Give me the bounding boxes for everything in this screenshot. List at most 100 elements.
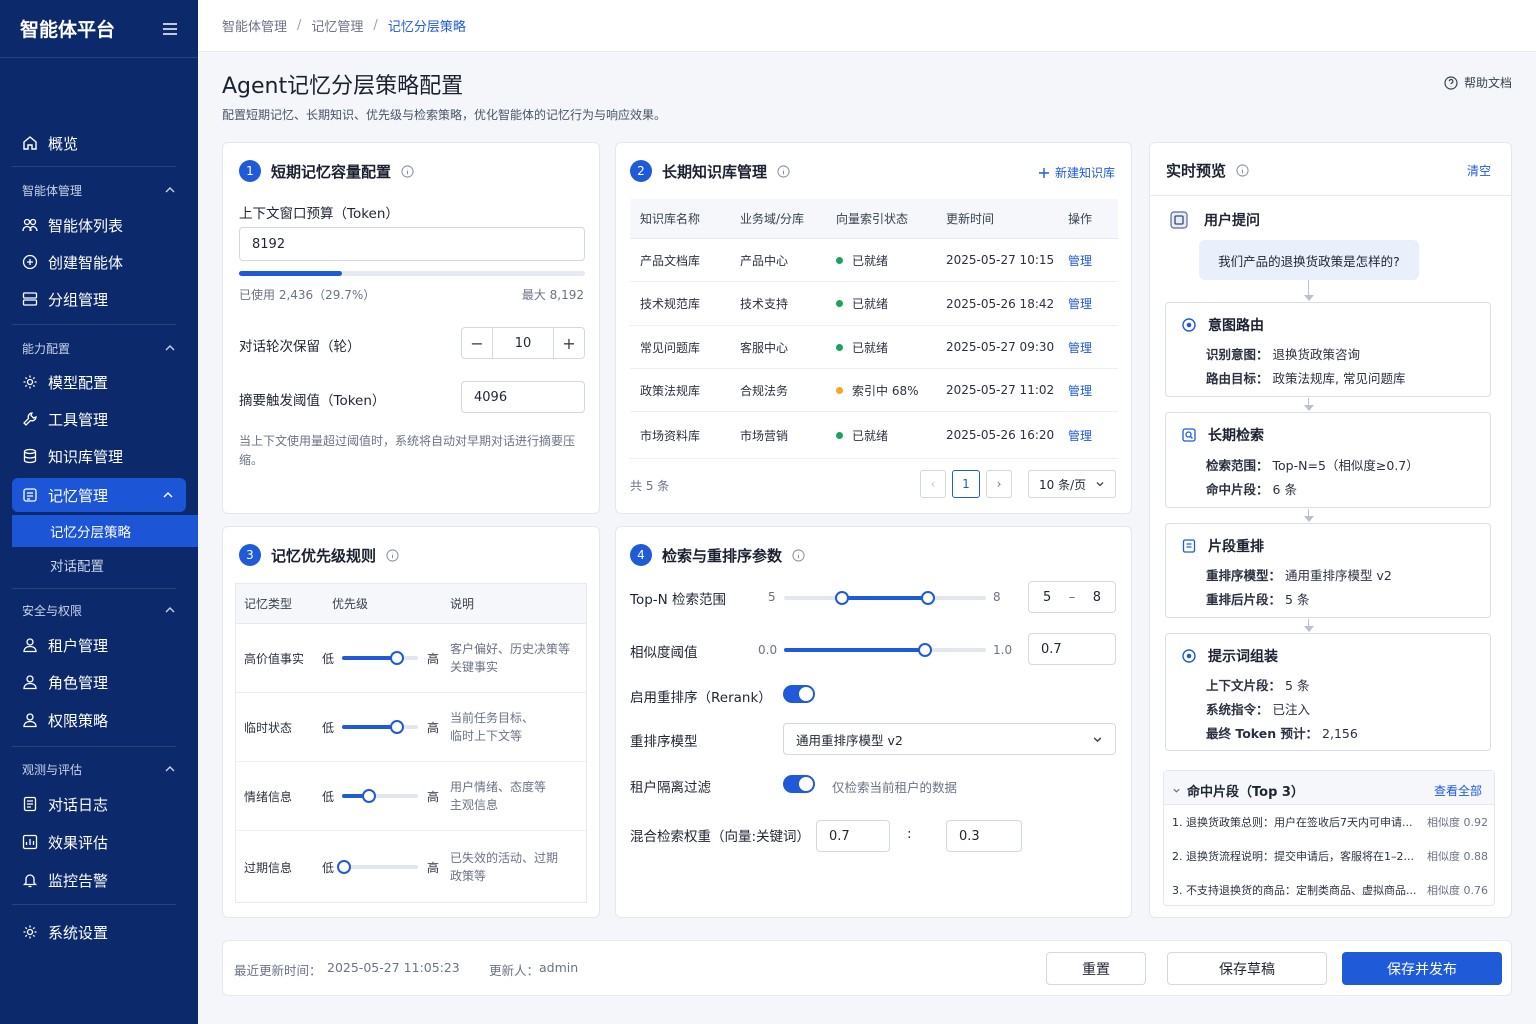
- group-security[interactable]: 安全与权限: [22, 598, 176, 622]
- breadcrumb-item[interactable]: 智能体管理: [222, 16, 287, 35]
- info-icon[interactable]: [792, 548, 805, 562]
- page-size-select[interactable]: 10 条/页: [1028, 470, 1116, 498]
- manage-link[interactable]: 管理: [1068, 239, 1092, 281]
- footer-bar: 最近更新时间： 2025-05-27 11:05:23 更新人： admin 重…: [222, 940, 1512, 996]
- hits-title-text: 命中片段（Top 3）: [1187, 785, 1304, 800]
- priority-slider[interactable]: [342, 720, 418, 734]
- sidebar-item-eval[interactable]: 效果评估: [12, 825, 186, 859]
- page-title: Agent记忆分层策略配置: [222, 74, 464, 99]
- sidebar-item-overview[interactable]: 概览: [12, 126, 186, 160]
- sim-slider[interactable]: [784, 643, 986, 657]
- slider-knob[interactable]: [336, 860, 351, 874]
- sidebar-item-tool-mgmt[interactable]: 工具管理: [12, 402, 186, 436]
- sidebar-item-kb-mgmt[interactable]: 知识库管理: [12, 439, 186, 473]
- slider-knob-high[interactable]: [921, 591, 936, 605]
- new-kb-button[interactable]: 新建知识库: [1038, 164, 1115, 181]
- low-label: 低: [322, 651, 335, 666]
- slider-knob[interactable]: [918, 643, 933, 657]
- target-icon: [1182, 649, 1196, 663]
- ratio-colon: :: [907, 826, 912, 842]
- publish-button[interactable]: 保存并发布: [1342, 952, 1502, 985]
- hybrid-vector-input[interactable]: 0.7: [816, 820, 890, 852]
- manage-link[interactable]: 管理: [1068, 282, 1092, 325]
- sim-label: 相似度阈值: [630, 645, 698, 661]
- node-row: 重排序模型： 通用重排序模型 v2: [1206, 565, 1392, 584]
- group-capability[interactable]: 能力配置: [22, 336, 176, 360]
- slider-knob[interactable]: [361, 789, 376, 803]
- info-icon[interactable]: [777, 164, 790, 178]
- hits-title[interactable]: 命中片段（Top 3）: [1172, 781, 1304, 800]
- manage-link[interactable]: 管理: [1068, 369, 1092, 411]
- breadcrumb-item[interactable]: 记忆管理: [311, 16, 363, 35]
- high-label: 高: [427, 720, 440, 735]
- budget-input[interactable]: 8192: [239, 227, 585, 261]
- view-all-link[interactable]: 查看全部: [1434, 782, 1482, 799]
- decrement-button[interactable]: −: [462, 328, 492, 358]
- rounds-value[interactable]: 10: [492, 328, 554, 358]
- group-observe[interactable]: 观测与评估: [22, 757, 176, 781]
- info-icon[interactable]: [386, 548, 399, 562]
- group-agent[interactable]: 智能体管理: [22, 178, 176, 202]
- flow-connector: [1308, 280, 1309, 295]
- sidebar-item-memory-strategy[interactable]: 记忆分层策略: [12, 515, 198, 547]
- sidebar-item-create-agent[interactable]: 创建智能体: [12, 245, 186, 279]
- page-description: 配置短期记忆、长期知识、优先级与检索策略，优化智能体的记忆行为与响应效果。: [222, 108, 667, 122]
- manage-link[interactable]: 管理: [1068, 326, 1092, 368]
- sidebar-item-perm-policy[interactable]: 权限策略: [12, 703, 186, 737]
- priority-slider[interactable]: [336, 860, 418, 874]
- sidebar-item-dialog-log[interactable]: 对话日志: [12, 787, 186, 821]
- desc-line: 政策等: [450, 869, 487, 883]
- info-icon[interactable]: [401, 164, 414, 178]
- divider: [12, 904, 176, 905]
- hit-item[interactable]: 1. 退换货政策总则：用户在签收后7天内可申请... 相似度 0.92: [1172, 814, 1488, 830]
- sidebar-item-settings[interactable]: 系统设置: [12, 915, 186, 949]
- menu-toggle-icon[interactable]: [162, 22, 178, 36]
- slider-knob[interactable]: [389, 720, 404, 734]
- sidebar-item-agent-list[interactable]: 智能体列表: [12, 208, 186, 242]
- slider-knob[interactable]: [389, 651, 404, 665]
- rerank-toggle[interactable]: [783, 685, 815, 703]
- page-number[interactable]: 1: [952, 470, 980, 498]
- flow-arrow: [1304, 626, 1314, 632]
- updated-label: 最近更新时间：: [234, 963, 322, 978]
- topn-range-slider[interactable]: [784, 591, 986, 605]
- reset-button[interactable]: 重置: [1046, 952, 1146, 985]
- sidebar-item-monitor[interactable]: 监控告警: [12, 863, 186, 897]
- clear-button[interactable]: 清空: [1467, 162, 1491, 179]
- kb-table: 知识库名称 业务域/分库 向量索引状态 更新时间 操作 产品文档库 产品中心 已…: [630, 199, 1118, 459]
- priority-slider[interactable]: [342, 651, 418, 665]
- hit-item[interactable]: 2. 退换货流程说明：提交申请后，客服将在1–2... 相似度 0.88: [1172, 848, 1488, 864]
- summary-input[interactable]: 4096: [461, 381, 585, 413]
- sidebar-item-dialog-config[interactable]: 对话配置: [12, 549, 198, 581]
- save-draft-button[interactable]: 保存草稿: [1167, 952, 1327, 985]
- prev-page-button[interactable]: ‹: [920, 470, 946, 498]
- next-page-button[interactable]: ›: [986, 470, 1012, 498]
- sidebar-item-tenant-mgmt[interactable]: 租户管理: [12, 628, 186, 662]
- group-label: 安全与权限: [22, 603, 83, 618]
- sidebar-item-model-config[interactable]: 模型配置: [12, 365, 186, 399]
- hit-item[interactable]: 3. 不支持退换货的商品：定制类商品、虚拟商品... 相似度 0.76: [1172, 882, 1488, 898]
- sidebar-item-role-mgmt[interactable]: 角色管理: [12, 665, 186, 699]
- topn-range-input[interactable]: 5 – 8: [1028, 581, 1116, 613]
- row-value: 6 条: [1272, 482, 1297, 497]
- sidebar-item-group-mgmt[interactable]: 分组管理: [12, 282, 186, 316]
- status-dot: [836, 343, 843, 351]
- rerank-model-select[interactable]: 通用重排序模型 v2: [783, 723, 1116, 755]
- priority-slider[interactable]: [342, 789, 418, 803]
- tenant-toggle[interactable]: [783, 775, 815, 793]
- divider: [12, 166, 176, 167]
- manage-link[interactable]: 管理: [1068, 412, 1092, 458]
- slider-knob-low[interactable]: [834, 591, 849, 605]
- hybrid-keyword-input[interactable]: 0.3: [946, 820, 1022, 852]
- help-link[interactable]: 帮助文档: [1444, 74, 1512, 91]
- divider: [12, 324, 176, 325]
- increment-button[interactable]: +: [554, 328, 584, 358]
- info-icon[interactable]: [1236, 164, 1249, 177]
- memory-type: 情绪信息: [244, 789, 293, 804]
- node-title: 片段重排: [1182, 536, 1264, 556]
- wrench-icon: [23, 412, 37, 426]
- prompt-node: 提示词组装 上下文片段： 5 条 系统指令： 已注入 最终 Token 预计： 2,1…: [1165, 633, 1491, 751]
- slider-fill: [342, 656, 397, 660]
- sidebar-item-memory-mgmt[interactable]: 记忆管理: [12, 478, 186, 512]
- sim-input[interactable]: 0.7: [1028, 633, 1116, 665]
